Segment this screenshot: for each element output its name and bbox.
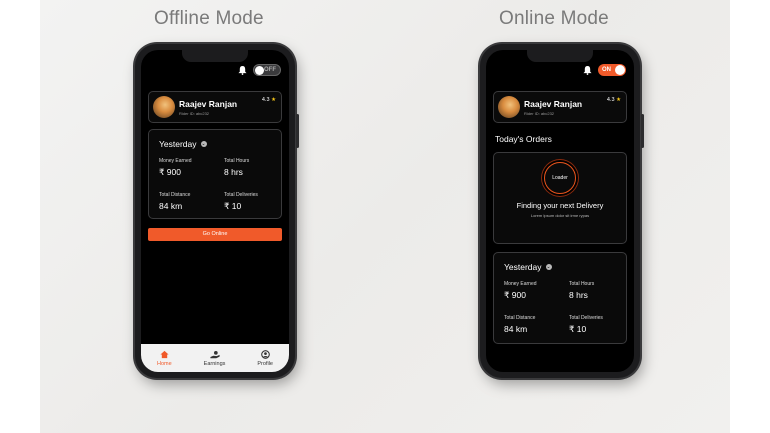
avatar [498,96,520,118]
total-deliveries-stat: Total Deliveries ₹ 10 [224,192,258,212]
nav-label: Profile [257,360,273,367]
stat-label: Total Hours [224,158,250,164]
star-icon: ★ [271,97,276,103]
chevron-down-icon: ⌄ [545,264,552,270]
stat-label: Total Hours [569,281,595,287]
offline-screen: OFF Raajev Ranjan Rider ID: abc232 4.3 ★… [141,50,289,372]
money-earned-stat: Money Earned ₹ 900 [504,281,537,301]
online-toggle-on[interactable]: ON [598,64,626,76]
go-online-button[interactable]: Go Online [148,228,282,241]
total-distance-stat: Total Distance 84 km [504,315,535,334]
bell-icon[interactable] [238,65,247,75]
total-hours-stat: Total Hours 8 hrs [569,281,594,300]
chevron-down-icon: ⌄ [200,141,207,147]
notch [527,50,593,62]
online-mode-title: Online Mode [499,8,609,29]
stat-value: ₹ 900 [159,167,181,177]
stat-label: Money Earned [504,281,537,287]
rating-badge: 4.3 ★ [607,97,621,103]
online-screen: ON Raajev Ranjan Rider ID: abc232 4.3 ★ … [486,50,634,372]
offline-status-bar: OFF [238,64,281,76]
bell-icon[interactable] [583,65,592,75]
profile-card[interactable]: Raajev Ranjan Rider ID: abc232 4.3 ★ [493,91,627,123]
rider-id: Rider ID: abc232 [179,111,210,116]
total-deliveries-stat: Total Deliveries ₹ 10 [569,315,603,335]
star-icon: ★ [616,97,621,103]
stat-value: 84 km [504,324,528,334]
stat-value: ₹ 900 [504,290,526,300]
money-earned-stat: Money Earned ₹ 900 [159,158,192,178]
loader-label: Loader [552,175,568,181]
earnings-icon [209,350,220,358]
stat-label: Total Deliveries [569,315,603,321]
period-selector[interactable]: Yesterday ⌄ [159,139,207,149]
toggle-knob [255,66,264,75]
home-icon [160,350,169,358]
online-status-bar: ON [583,64,626,76]
offline-mode-title: Offline Mode [154,8,264,29]
rating-badge: 4.3 ★ [262,97,276,103]
stat-value: ₹ 10 [224,201,242,211]
period-label: Yesterday [504,262,542,272]
stat-value: 8 hrs [569,290,588,300]
avatar [153,96,175,118]
profile-card[interactable]: Raajev Ranjan Rider ID: abc232 4.3 ★ [148,91,282,123]
period-selector[interactable]: Yesterday ⌄ [504,262,552,272]
rider-name: Raajev Ranjan [524,99,583,109]
finding-title: Finding your next Delivery [516,201,604,210]
stat-label: Total Distance [504,315,536,321]
period-label: Yesterday [159,139,197,149]
stat-value: ₹ 10 [569,324,587,334]
stat-label: Money Earned [159,158,192,164]
bottom-nav: Home Earnings Profile [141,344,289,372]
todays-orders-title: Today's Orders [495,134,552,144]
total-hours-stat: Total Hours 8 hrs [224,158,249,177]
nav-item-earnings[interactable]: Earnings [203,350,226,367]
offline-phone: OFF Raajev Ranjan Rider ID: abc232 4.3 ★… [135,44,299,378]
profile-icon [260,349,270,359]
stats-card: Yesterday ⌄ Money Earned ₹ 900 Total Hou… [148,129,282,219]
toggle-label: OFF [264,67,276,73]
toggle-knob [615,65,625,75]
rider-name: Raajev Ranjan [179,99,238,109]
online-toggle-off[interactable]: OFF [253,64,281,76]
rating-value: 4.3 [261,97,270,103]
stat-label: Total Deliveries [224,192,258,198]
nav-item-profile[interactable]: Profile [257,349,273,367]
loader-spinner: Loader [544,162,576,194]
rider-id: Rider ID: abc232 [524,111,555,116]
nav-label: Home [157,360,172,367]
finding-subtitle: Lorem Ipsum dolor sit irme rypas [530,213,590,218]
toggle-label: ON [602,67,611,73]
online-phone: ON Raajev Ranjan Rider ID: abc232 4.3 ★ … [480,44,644,378]
notch [182,50,248,62]
nav-label: Earnings [203,360,226,367]
total-distance-stat: Total Distance 84 km [159,192,190,211]
stat-value: 8 hrs [224,167,243,177]
finding-delivery-card: Loader Finding your next Delivery Lorem … [493,152,627,244]
stat-value: 84 km [159,201,183,211]
stats-card: Yesterday ⌄ Money Earned ₹ 900 Total Hou… [493,252,627,344]
stat-label: Total Distance [159,192,191,198]
nav-item-home[interactable]: Home [157,350,172,367]
rating-value: 4.3 [606,97,615,103]
